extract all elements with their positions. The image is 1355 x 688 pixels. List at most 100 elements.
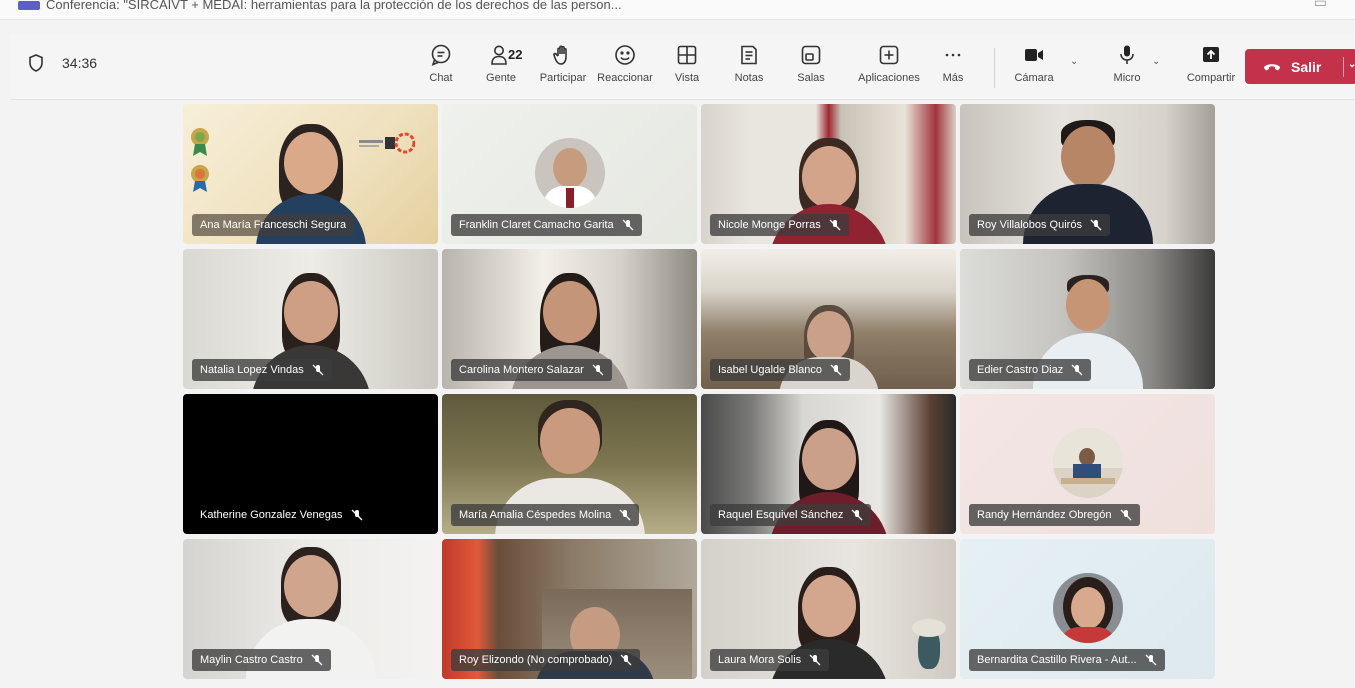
video-grid: Ana María Franceschi Segura Franklin Cla… xyxy=(183,104,1216,682)
participant-tile[interactable]: Bernardita Castillo Rivera - Aut... xyxy=(960,539,1215,679)
mic-muted-icon xyxy=(619,509,631,521)
smiley-icon xyxy=(615,45,635,65)
participant-tile[interactable]: Franklin Claret Camacho Garita xyxy=(442,104,697,244)
mic-muted-icon xyxy=(830,364,842,376)
meeting-timer: 34:36 xyxy=(28,54,97,72)
participant-name: Maylin Castro Castro xyxy=(200,654,303,666)
people-label: Gente xyxy=(486,72,516,84)
chat-button[interactable]: Chat xyxy=(410,44,472,84)
react-button[interactable]: Reaccionar xyxy=(594,44,656,84)
participant-tile[interactable]: Carolina Montero Salazar xyxy=(442,249,697,389)
participant-name: Edier Castro Diaz xyxy=(977,364,1064,376)
mic-label: Micro xyxy=(1113,72,1141,84)
mic-button[interactable]: Micro xyxy=(1096,44,1158,84)
avatar xyxy=(1052,573,1123,643)
window-title-bar: Conferencia: "SIRCAIVT + MEDAI: herramie… xyxy=(0,0,1355,20)
mic-options-chevron-icon[interactable]: ⌄ xyxy=(1152,56,1160,67)
people-count: 22 xyxy=(508,47,523,62)
mic-muted-icon xyxy=(1120,509,1131,521)
participant-name-tag: Isabel Ugalde Blanco xyxy=(710,359,850,381)
mic-muted-icon xyxy=(592,364,604,376)
participant-name: Raquel Esquivel Sánchez xyxy=(718,509,844,521)
mic-muted-icon xyxy=(311,654,323,666)
view-button[interactable]: Vista xyxy=(656,44,718,84)
camera-icon xyxy=(1025,49,1043,61)
participant-name: Franklin Claret Camacho Garita xyxy=(459,219,614,231)
participant-name: Ana María Franceschi Segura xyxy=(200,219,347,231)
participant-name: Roy Elizondo (No comprobado) xyxy=(459,654,613,666)
mic-muted-icon xyxy=(622,219,634,231)
leave-label: Salir xyxy=(1291,58,1322,75)
participant-tile[interactable]: Randy Hernández Obregón xyxy=(960,394,1215,534)
camera-label: Cámara xyxy=(1014,72,1054,84)
participant-name-tag: Laura Mora Solis xyxy=(710,649,830,671)
toolbar-divider xyxy=(994,48,995,88)
shield-icon xyxy=(29,54,43,72)
apps-button[interactable]: Aplicaciones xyxy=(854,44,924,84)
participant-name-tag: María Amalia Céspedes Molina xyxy=(451,504,640,526)
camera-options-chevron-icon[interactable]: ⌄ xyxy=(1070,56,1078,67)
notes-button[interactable]: Notas xyxy=(718,44,780,84)
participant-name-tag: Carolina Montero Salazar xyxy=(451,359,612,381)
avatar xyxy=(1052,428,1123,498)
participant-tile[interactable]: Laura Mora Solis xyxy=(701,539,956,679)
react-label: Reaccionar xyxy=(597,72,653,84)
notes-icon xyxy=(741,45,757,65)
mic-muted-icon xyxy=(351,509,362,521)
mic-muted-icon xyxy=(809,654,821,666)
participant-tile[interactable]: Ana María Franceschi Segura xyxy=(183,104,438,244)
meeting-title: Conferencia: "SIRCAIVT + MEDAI: herramie… xyxy=(46,0,622,12)
leave-button[interactable]: Salir ⌄ xyxy=(1245,49,1355,84)
participant-tile[interactable]: Nicole Monge Porras xyxy=(701,104,956,244)
participant-name: Isabel Ugalde Blanco xyxy=(718,364,822,376)
participant-name: María Amalia Céspedes Molina xyxy=(459,509,612,521)
participant-tile[interactable]: Roy Elizondo (No comprobado) xyxy=(442,539,697,679)
participant-name-tag: Edier Castro Diaz xyxy=(969,359,1092,381)
window-control-icon[interactable]: ▭ xyxy=(1314,0,1327,11)
leave-options-chevron-icon[interactable]: ⌄ xyxy=(1343,57,1355,77)
mic-muted-icon xyxy=(1071,364,1083,376)
participant-tile[interactable]: Natalia Lopez Vindas xyxy=(183,249,438,389)
grid-view-icon xyxy=(677,45,697,65)
participant-name: Roy Villalobos Quirós xyxy=(977,219,1082,231)
people-button[interactable]: 22 Gente xyxy=(470,44,532,84)
raise-hand-button[interactable]: Participar xyxy=(532,44,594,84)
participant-name-tag: Randy Hernández Obregón xyxy=(969,504,1140,526)
mic-muted-icon xyxy=(1145,654,1157,666)
more-button[interactable]: Más xyxy=(922,44,984,84)
more-icon xyxy=(945,53,961,57)
participant-name-tag: Bernardita Castillo Rivera - Aut... xyxy=(969,649,1165,671)
participant-name: Natalia Lopez Vindas xyxy=(200,364,304,376)
participant-tile[interactable]: María Amalia Céspedes Molina xyxy=(442,394,697,534)
hang-up-icon xyxy=(1264,63,1280,70)
chat-icon xyxy=(431,44,451,66)
participant-name-tag: Natalia Lopez Vindas xyxy=(192,359,332,381)
camera-button[interactable]: Cámara xyxy=(1003,44,1065,84)
rooms-button[interactable]: Salas xyxy=(780,44,842,84)
participant-tile[interactable]: Isabel Ugalde Blanco xyxy=(701,249,956,389)
notes-label: Notas xyxy=(734,72,764,84)
participant-name-tag: Roy Elizondo (No comprobado) xyxy=(451,649,641,671)
participant-tile[interactable]: Katherine Gonzalez Venegas xyxy=(183,394,438,534)
teams-app-icon xyxy=(18,1,40,10)
share-button[interactable]: Compartir xyxy=(1176,44,1246,84)
meeting-toolbar: 34:36 Chat 22 Gente Participar Reacciona… xyxy=(10,34,1355,100)
participant-name-tag: Ana María Franceschi Segura xyxy=(192,214,355,236)
avatar xyxy=(534,138,605,208)
participant-name: Carolina Montero Salazar xyxy=(459,364,584,376)
mic-muted-icon xyxy=(829,219,841,231)
participant-tile[interactable]: Edier Castro Diaz xyxy=(960,249,1215,389)
timer-text: 34:36 xyxy=(62,55,98,71)
participant-name: Randy Hernández Obregón xyxy=(977,509,1112,521)
participant-name-tag: Katherine Gonzalez Venegas xyxy=(192,504,371,526)
participant-name: Katherine Gonzalez Venegas xyxy=(200,509,343,521)
participant-name: Nicole Monge Porras xyxy=(718,219,821,231)
mic-muted-icon xyxy=(1090,219,1102,231)
participant-tile[interactable]: Maylin Castro Castro xyxy=(183,539,438,679)
more-label: Más xyxy=(942,72,964,84)
participant-name-tag: Franklin Claret Camacho Garita xyxy=(451,214,642,236)
participant-tile[interactable]: Raquel Esquivel Sánchez xyxy=(701,394,956,534)
logo-icon xyxy=(359,132,415,154)
participant-name-tag: Nicole Monge Porras xyxy=(710,214,849,236)
participant-tile[interactable]: Roy Villalobos Quirós xyxy=(960,104,1215,244)
